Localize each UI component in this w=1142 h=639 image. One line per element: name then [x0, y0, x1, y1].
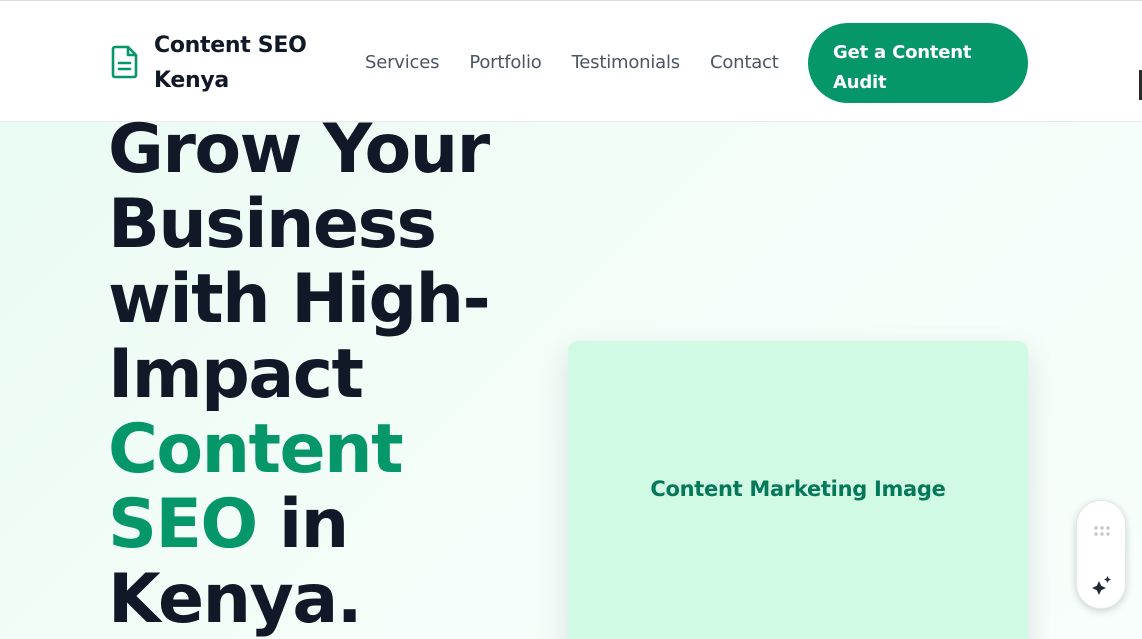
hero-title-accent: Content SEO	[108, 410, 404, 564]
content-audit-button[interactable]: Get a Content Audit	[808, 23, 1028, 103]
brand-logo[interactable]: Content SEO Kenya	[110, 28, 329, 98]
nav-portfolio[interactable]: Portfolio	[469, 49, 541, 77]
hero-title: Grow Your Business with High-Impact Cont…	[108, 112, 528, 637]
page: Content SEO Kenya Services Portfolio Tes…	[0, 0, 1142, 639]
nav-services[interactable]: Services	[365, 49, 440, 77]
main-nav: Services Portfolio Testimonials Contact	[365, 49, 809, 77]
brand-name: Content SEO Kenya	[154, 33, 307, 93]
hero-title-part1: Grow Your Business with High-Impact	[108, 110, 491, 414]
sparkle-icon[interactable]	[1090, 573, 1114, 597]
nav-contact[interactable]: Contact	[710, 49, 779, 77]
drag-handle-icon[interactable]	[1093, 525, 1111, 537]
document-icon	[111, 45, 138, 79]
site-header: Content SEO Kenya Services Portfolio Tes…	[0, 0, 1142, 122]
nav-testimonials[interactable]: Testimonials	[572, 49, 681, 77]
hero-image-placeholder: Content Marketing Image	[568, 341, 1028, 639]
image-placeholder-label: Content Marketing Image	[650, 477, 946, 501]
floating-widget	[1076, 500, 1126, 609]
